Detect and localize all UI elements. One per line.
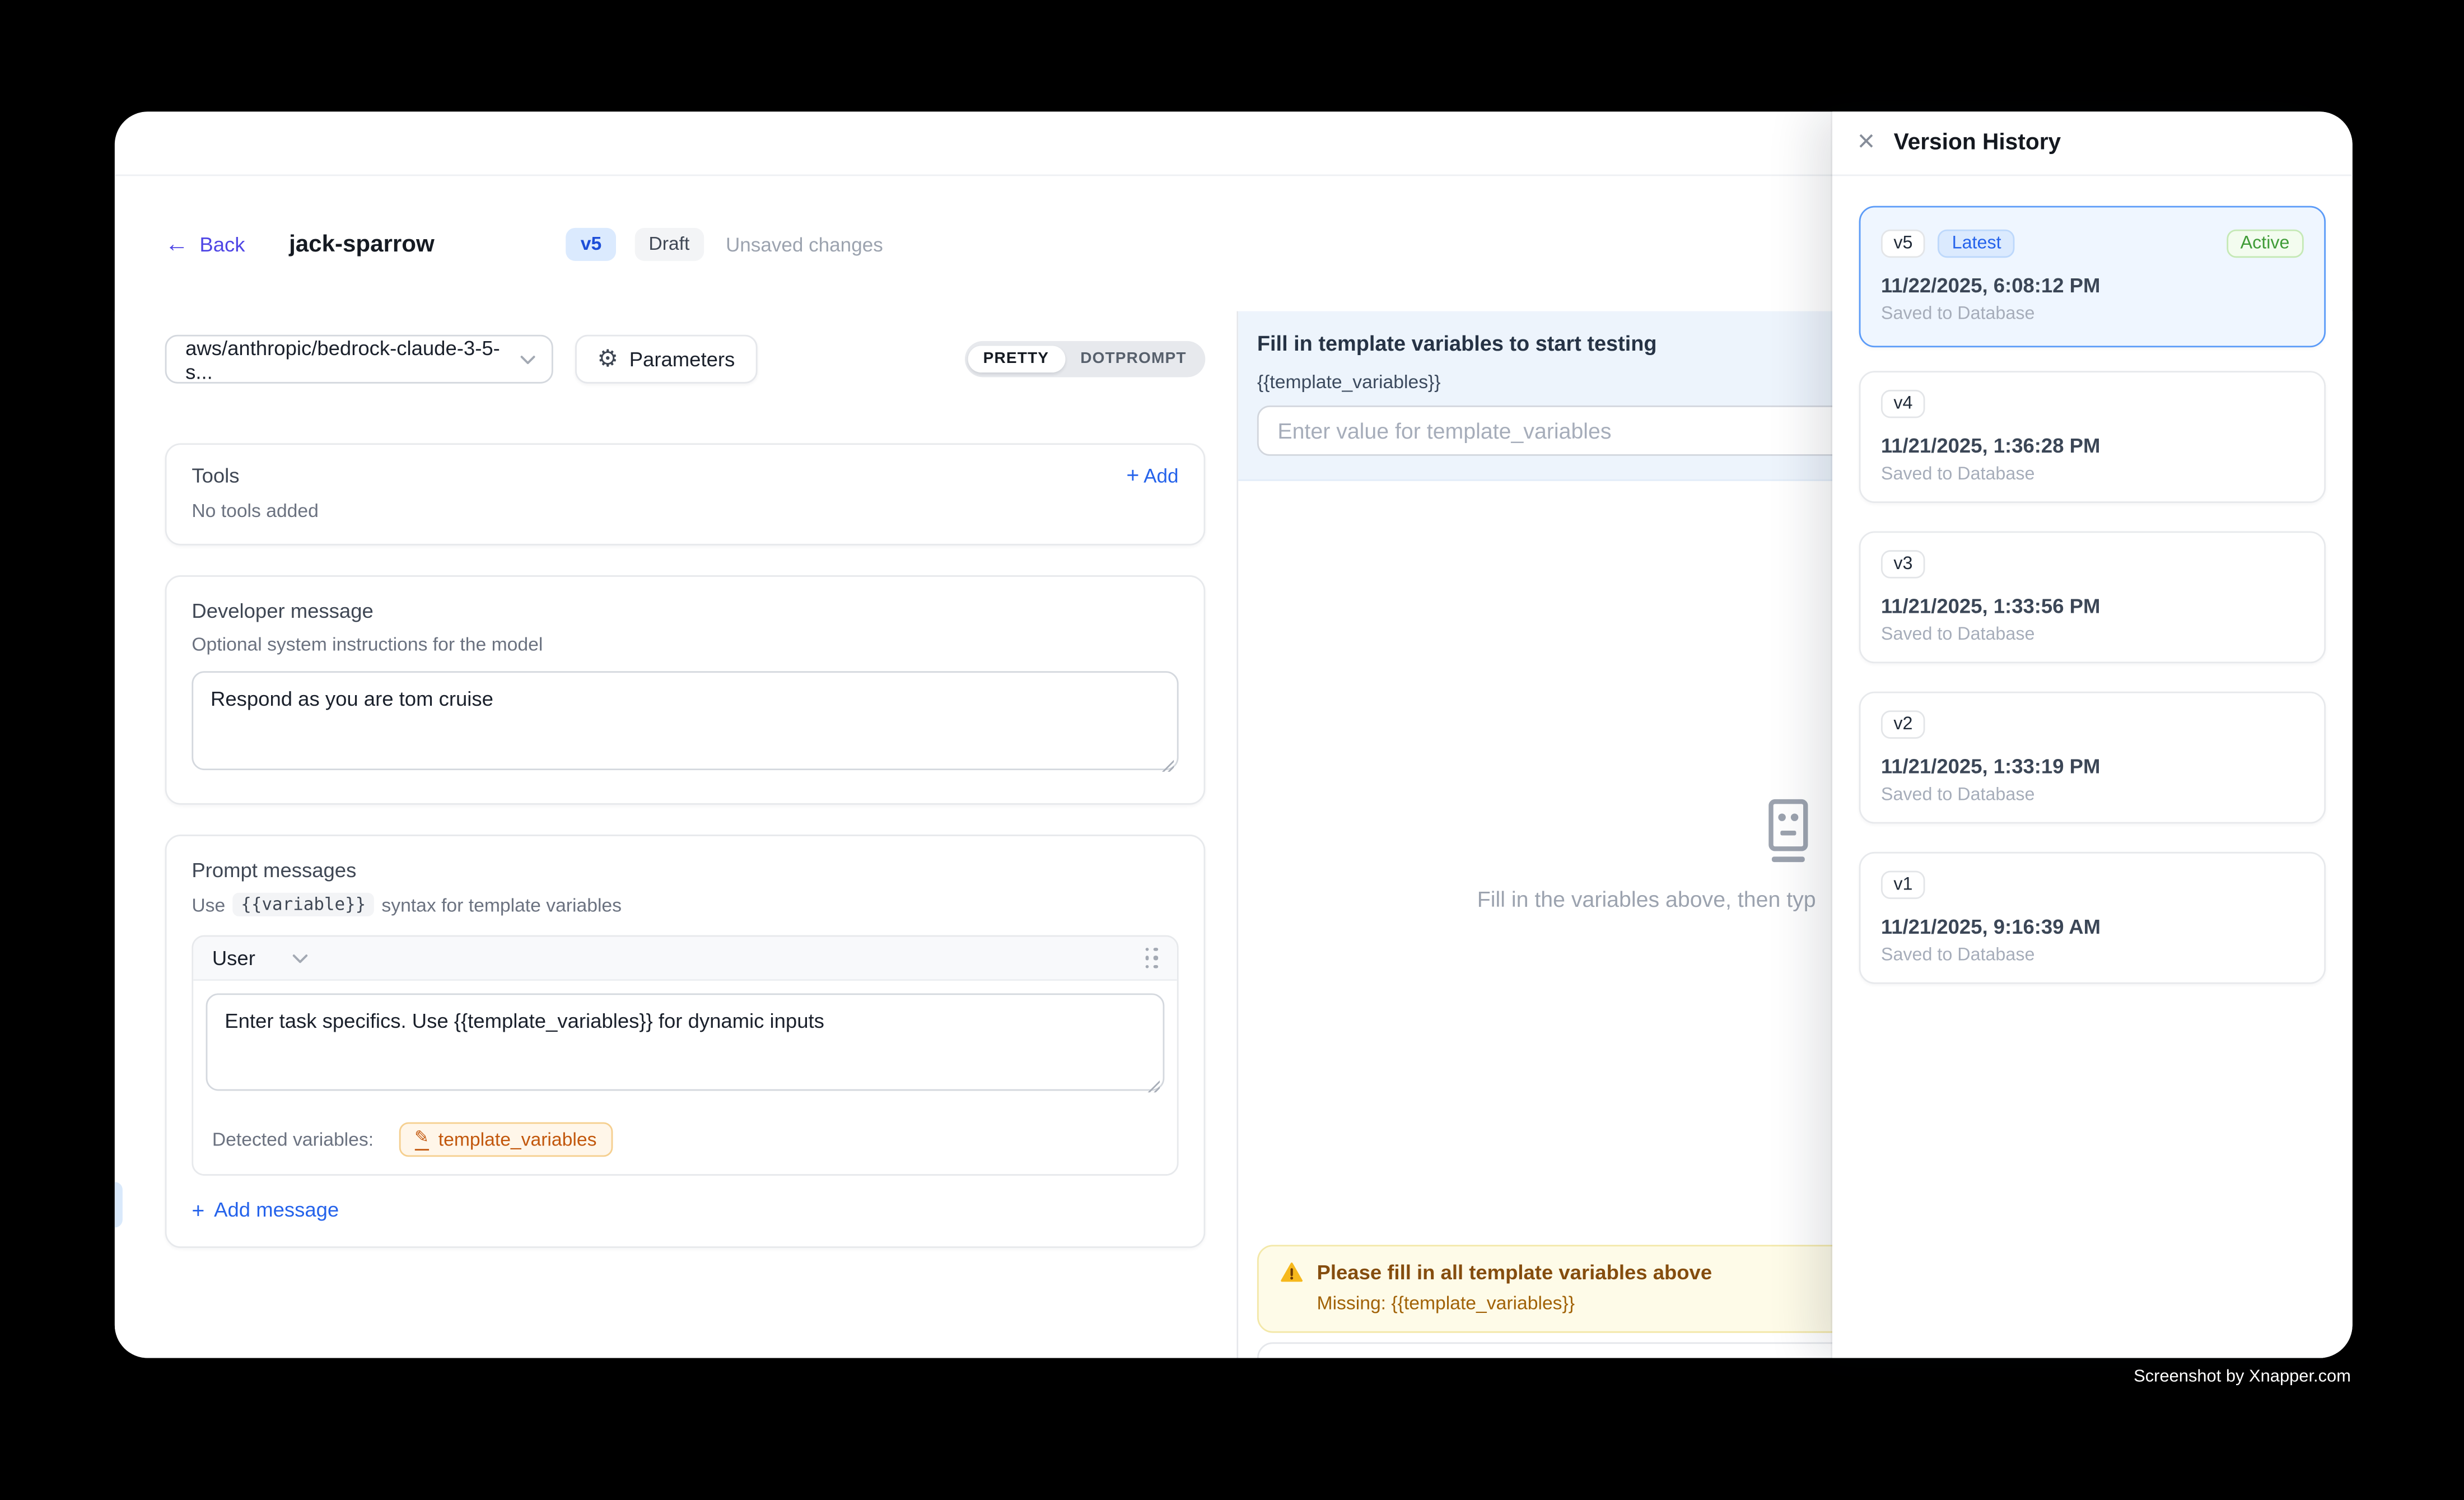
prompt-editor-column: aws/anthropic/bedrock-claude-3-5-s... ⚙ … <box>115 311 1238 1358</box>
version-status: Saved to Database <box>1881 465 2304 485</box>
tools-title: Tools <box>192 464 239 487</box>
prompt-messages-section: Prompt messages Use {{variable}} syntax … <box>165 835 1206 1248</box>
model-toolbar: aws/anthropic/bedrock-claude-3-5-s... ⚙ … <box>165 335 1206 384</box>
toggle-option-pretty[interactable]: PRETTY <box>968 346 1065 372</box>
template-variable-name: template_variables <box>438 1129 597 1150</box>
user-message-input[interactable]: Enter task specifics. Use {{template_var… <box>206 993 1165 1091</box>
prompt-messages-hint: Use {{variable}} syntax for template var… <box>192 893 1178 916</box>
version-date: 11/21/2025, 1:36:28 PM <box>1881 434 2304 457</box>
version-date: 11/21/2025, 1:33:56 PM <box>1881 594 2304 618</box>
version-number-badge: v2 <box>1881 710 1925 739</box>
warning-icon <box>1281 1262 1303 1282</box>
chevron-down-icon <box>520 355 535 364</box>
developer-message-subtitle: Optional system instructions for the mod… <box>192 633 1178 655</box>
pencil-icon: ✎ <box>414 1129 429 1149</box>
tools-section: Tools + Add No tools added <box>165 443 1206 545</box>
gear-icon: ⚙ <box>597 347 618 371</box>
plus-icon: + <box>192 1199 204 1221</box>
version-number-badge: v5 <box>1881 230 1925 258</box>
draft-badge: Draft <box>634 228 704 261</box>
role-value: User <box>212 946 255 970</box>
parameters-button[interactable]: ⚙ Parameters <box>575 335 757 384</box>
page-title: jack-sparrow <box>289 231 435 258</box>
version-date: 11/21/2025, 1:33:19 PM <box>1881 754 2304 778</box>
developer-message-title: Developer message <box>192 599 1178 622</box>
version-status: Saved to Database <box>1881 626 2304 645</box>
role-selector[interactable]: User <box>212 946 309 970</box>
close-icon[interactable]: × <box>1858 127 1875 156</box>
version-status: Saved to Database <box>1881 786 2304 805</box>
version-date: 11/22/2025, 6:08:12 PM <box>1881 273 2304 297</box>
variable-syntax-chip: {{variable}} <box>233 893 374 916</box>
add-tool-label: Add <box>1144 465 1178 487</box>
version-status: Saved to Database <box>1881 305 2304 324</box>
detected-variables-label: Detected variables: <box>212 1129 374 1150</box>
version-date: 11/21/2025, 9:16:39 AM <box>1881 915 2304 938</box>
active-badge: Active <box>2226 230 2303 258</box>
version-history-title: Version History <box>1894 131 2061 156</box>
version-list: v5 Latest Active 11/22/2025, 6:08:12 PM … <box>1832 176 2353 1042</box>
tools-empty-text: No tools added <box>192 500 1178 521</box>
developer-message-section: Developer message Optional system instru… <box>165 575 1206 805</box>
model-selector-value: aws/anthropic/bedrock-claude-3-5-s... <box>185 336 520 383</box>
template-variable-chip[interactable]: ✎ template_variables <box>399 1122 613 1157</box>
version-number-badge: v3 <box>1881 550 1925 579</box>
back-arrow-icon: ← <box>165 232 189 256</box>
message-block: User Enter task specifics. U <box>192 935 1178 1176</box>
version-badge: v5 <box>566 228 615 261</box>
chevron-down-icon <box>293 953 309 963</box>
bot-face-icon <box>1760 799 1817 865</box>
version-history-header: × Version History <box>1832 111 2353 176</box>
version-history-panel: × Version History v5 Latest Active 11/22… <box>1832 111 2353 1358</box>
drag-handle-icon[interactable] <box>1145 947 1158 969</box>
prompt-messages-title: Prompt messages <box>192 858 1178 882</box>
format-toggle: PRETTY DOTPROMPT <box>964 341 1205 378</box>
add-tool-button[interactable]: + Add <box>1126 464 1178 487</box>
plus-icon: + <box>1126 462 1139 487</box>
hint-suffix: syntax for template variables <box>381 893 622 915</box>
add-message-button[interactable]: + Add message <box>192 1198 1178 1221</box>
toggle-option-dotprompt[interactable]: DOTPROMPT <box>1065 346 1202 372</box>
version-number-badge: v4 <box>1881 390 1925 418</box>
detected-variables-row: Detected variables: ✎ template_variables <box>193 1111 1177 1174</box>
version-card-v4[interactable]: v4 11/21/2025, 1:36:28 PM Saved to Datab… <box>1859 371 2326 503</box>
unsaved-changes-text: Unsaved changes <box>726 234 883 255</box>
back-button[interactable]: ← Back <box>165 232 245 256</box>
version-card-v3[interactable]: v3 11/21/2025, 1:33:56 PM Saved to Datab… <box>1859 531 2326 663</box>
watermark-text: Screenshot by Xnapper.com <box>2134 1367 2351 1386</box>
edge-tab[interactable] <box>115 1182 123 1227</box>
message-header: User <box>193 937 1177 981</box>
developer-message-input[interactable]: Respond as you are tom cruise <box>192 671 1178 770</box>
add-message-label: Add message <box>214 1198 339 1221</box>
latest-badge: Latest <box>1938 230 2015 258</box>
version-card-v5[interactable]: v5 Latest Active 11/22/2025, 6:08:12 PM … <box>1859 206 2326 348</box>
parameters-label: Parameters <box>629 347 735 371</box>
hint-prefix: Use <box>192 893 225 915</box>
version-card-v1[interactable]: v1 11/21/2025, 9:16:39 AM Saved to Datab… <box>1859 852 2326 984</box>
model-selector[interactable]: aws/anthropic/bedrock-claude-3-5-s... <box>165 335 553 384</box>
back-label: Back <box>199 232 245 256</box>
warning-title: Please fill in all template variables ab… <box>1317 1261 1712 1284</box>
version-number-badge: v1 <box>1881 871 1925 900</box>
version-status: Saved to Database <box>1881 946 2304 965</box>
screenshot-stage: ← Back jack-sparrow v5 Draft Unsaved cha… <box>0 0 2464 1499</box>
version-card-v2[interactable]: v2 11/21/2025, 1:33:19 PM Saved to Datab… <box>1859 692 2326 824</box>
